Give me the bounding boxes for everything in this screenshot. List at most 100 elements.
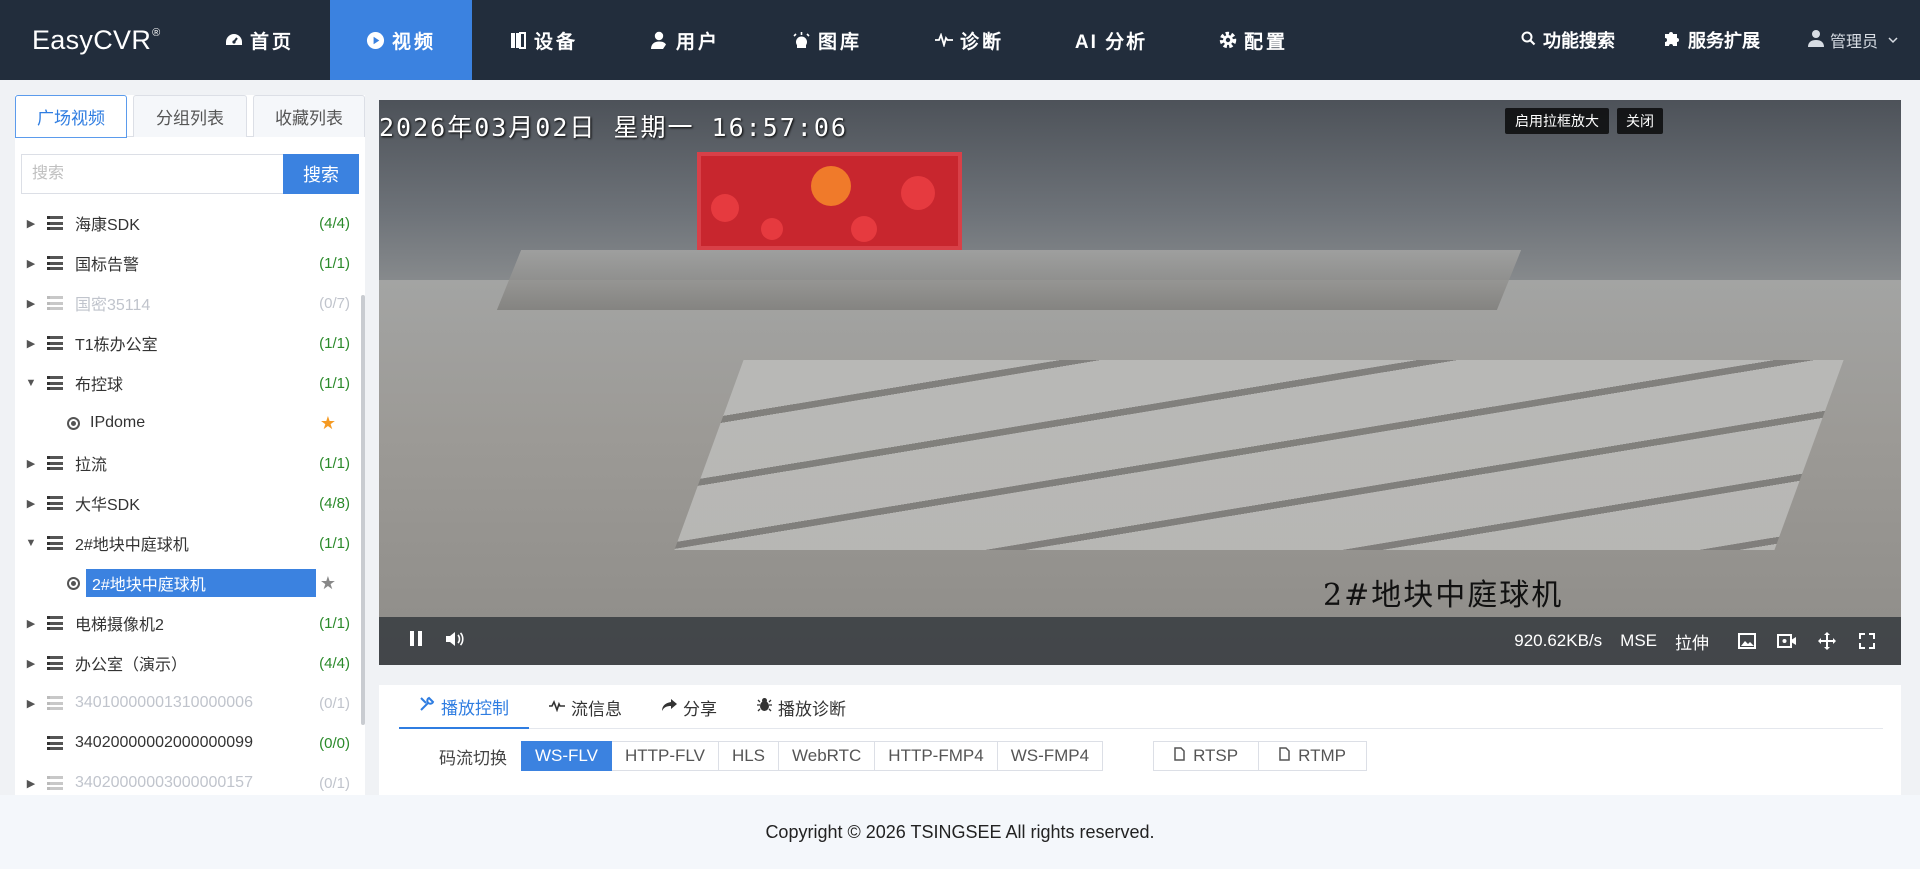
caret-down-icon[interactable]: ▼ — [25, 377, 37, 389]
service-extension-label: 服务扩展 — [1687, 31, 1760, 51]
star-icon[interactable]: ★ — [320, 573, 336, 594]
caret-right-icon[interactable]: ▶ — [25, 697, 37, 710]
tree-group-item[interactable]: ▶ 海康SDK (4/4) — [15, 203, 365, 243]
stream-ws-flv[interactable]: WS-FLV — [521, 741, 612, 771]
service-extension-button[interactable]: 服务扩展 — [1663, 27, 1760, 53]
tree-item-count: (4/8) — [319, 494, 350, 512]
video-frame-red-sign — [697, 152, 962, 250]
tab-favorites[interactable]: 收藏列表 — [253, 95, 365, 137]
stream-http-fmp4[interactable]: HTTP-FMP4 — [875, 741, 998, 771]
registered-mark: ® — [152, 26, 161, 39]
record-icon[interactable] — [1767, 633, 1807, 649]
caret-right-icon[interactable]: ▶ — [25, 777, 37, 790]
enable-zoom-button[interactable]: 启用拉框放大 — [1505, 108, 1609, 134]
caret-right-icon[interactable]: ▶ — [25, 617, 37, 630]
tree-group-item[interactable]: ▶ 34020000003000000157 (0/1) — [15, 763, 365, 795]
tree-group-item[interactable]: ▶ 办公室（演示） (4/4) — [15, 643, 365, 683]
video-player[interactable]: 2026年03月02日 星期一 16:57:06 2#地块中庭球机 启用拉框放大… — [379, 100, 1901, 665]
tree-camera-item[interactable]: 2#地块中庭球机 ★ — [15, 563, 365, 603]
caret-right-icon[interactable]: ▶ — [25, 217, 37, 230]
tree-item-label: 国密35114 — [75, 297, 151, 314]
snapshot-icon[interactable] — [1727, 633, 1767, 649]
play-circle-icon — [366, 30, 386, 50]
volume-button[interactable] — [435, 631, 475, 652]
fullscreen-icon[interactable] — [1847, 633, 1887, 649]
caret-right-icon[interactable]: ▶ — [25, 497, 37, 510]
stretch-toggle[interactable]: 拉伸 — [1675, 629, 1709, 654]
tree-group-item[interactable]: ▶ 拉流 (1/1) — [15, 443, 365, 483]
bug-icon — [757, 697, 772, 717]
server-icon — [47, 776, 63, 790]
nav-diagnosis[interactable]: 诊断 — [898, 0, 1040, 80]
tree-group-item[interactable]: ▶ T1栋办公室 (1/1) — [15, 323, 365, 363]
tab-play-diagnosis[interactable]: 播放诊断 — [737, 685, 866, 729]
tree-item-count: (0/7) — [319, 294, 350, 312]
bitrate-readout: 920.62KB/s — [1514, 631, 1603, 650]
tab-share[interactable]: 分享 — [642, 685, 737, 729]
copy-rtsp-button[interactable]: RTSP — [1153, 741, 1260, 771]
nav-ai-analysis[interactable]: AI 分析 — [1040, 0, 1182, 80]
app-logo[interactable]: EasyCVR® — [0, 25, 188, 56]
caret-right-icon[interactable]: ▶ — [25, 297, 37, 310]
feature-search-button[interactable]: 功能搜索 — [1521, 27, 1615, 53]
tree-group-item[interactable]: ▶ 国密35114 (0/7) — [15, 283, 365, 323]
tree-camera-item[interactable]: IPdome ★ — [15, 403, 365, 443]
nav-home[interactable]: 首页 — [188, 0, 330, 80]
caret-down-icon[interactable]: ▼ — [25, 537, 37, 549]
close-video-button[interactable]: 关闭 — [1617, 108, 1663, 134]
player-controls: 920.62KB/s MSE 拉伸 — [379, 617, 1901, 665]
tree-group-item[interactable]: ▶ 34010000001310000006 (0/1) — [15, 683, 365, 723]
tree-item-label: 办公室（演示） — [75, 657, 188, 674]
document-icon — [1279, 746, 1290, 766]
camera-icon — [67, 576, 80, 590]
tab-play-control[interactable]: 播放控制 — [399, 685, 529, 729]
copy-rtmp-button[interactable]: RTMP — [1259, 741, 1367, 771]
search-button[interactable]: 搜索 — [283, 154, 359, 194]
nav-config-label: 配置 — [1243, 31, 1288, 53]
copyright-text: Copyright © 2026 TSINGSEE All rights res… — [765, 821, 1155, 842]
ptz-move-icon[interactable] — [1807, 632, 1847, 650]
nav-config[interactable]: 配置 — [1182, 0, 1324, 80]
server-icon — [47, 376, 63, 390]
server-icon — [47, 216, 63, 230]
playback-mode[interactable]: MSE — [1620, 631, 1657, 651]
caret-right-icon[interactable]: ▶ — [25, 337, 37, 350]
tree-group-item[interactable]: ▶ 电梯摄像机2 (1/1) — [15, 603, 365, 643]
search-input[interactable] — [21, 154, 283, 194]
user-menu[interactable]: 管理员 — [1807, 28, 1898, 52]
tree-item-count: (0/0) — [319, 734, 350, 752]
stream-webrtc[interactable]: WebRTC — [779, 741, 876, 771]
caret-right-icon[interactable]: ▶ — [25, 257, 37, 270]
tree-group-item[interactable]: ▶34020000002000000099(0/0) — [15, 723, 365, 763]
tab-square-video[interactable]: 广场视频 — [15, 95, 127, 138]
stream-hls[interactable]: HLS — [718, 741, 780, 771]
server-icon — [47, 296, 63, 310]
tree-item-label: 布控球 — [75, 377, 124, 394]
pause-button[interactable] — [397, 631, 435, 651]
caret-right-icon[interactable]: ▶ — [25, 657, 37, 670]
tree-group-item[interactable]: ▶ 大华SDK (4/8) — [15, 483, 365, 523]
tab-stream-info[interactable]: 流信息 — [529, 685, 642, 729]
tab-group-list[interactable]: 分组列表 — [133, 95, 247, 137]
tree-group-item[interactable]: ▼ 2#地块中庭球机 (1/1) — [15, 523, 365, 563]
nav-video[interactable]: 视频 — [330, 0, 472, 80]
nav-users[interactable]: 用户 — [614, 0, 756, 80]
star-icon[interactable]: ★ — [320, 413, 336, 434]
stream-http-flv[interactable]: HTTP-FLV — [611, 741, 719, 771]
document-icon — [1174, 746, 1185, 766]
copy-rtsp-label: RTSP — [1193, 746, 1239, 765]
nav-gallery[interactable]: 图库 — [756, 0, 898, 80]
sidebar-scrollbar[interactable] — [361, 295, 365, 725]
nav-devices[interactable]: 设备 — [472, 0, 614, 80]
stream-ws-fmp4[interactable]: WS-FMP4 — [997, 741, 1104, 771]
user-avatar-icon — [1807, 29, 1824, 52]
tree-group-item[interactable]: ▶ 国标告警 (1/1) — [15, 243, 365, 283]
tab-stream-info-label: 流信息 — [571, 699, 622, 719]
server-icon — [47, 336, 63, 350]
tree-group-item[interactable]: ▼ 布控球 (1/1) — [15, 363, 365, 403]
user-name: 管理员 — [1829, 34, 1878, 51]
nav-ai-analysis-label: AI 分析 — [1074, 31, 1148, 53]
tree-item-label: 34020000002000000099 — [75, 734, 253, 751]
player-settings-panel: 播放控制 流信息 分享 播放诊断 码流切换 WS-FLV HTTP-FLV HL… — [379, 685, 1901, 795]
caret-right-icon[interactable]: ▶ — [25, 457, 37, 470]
